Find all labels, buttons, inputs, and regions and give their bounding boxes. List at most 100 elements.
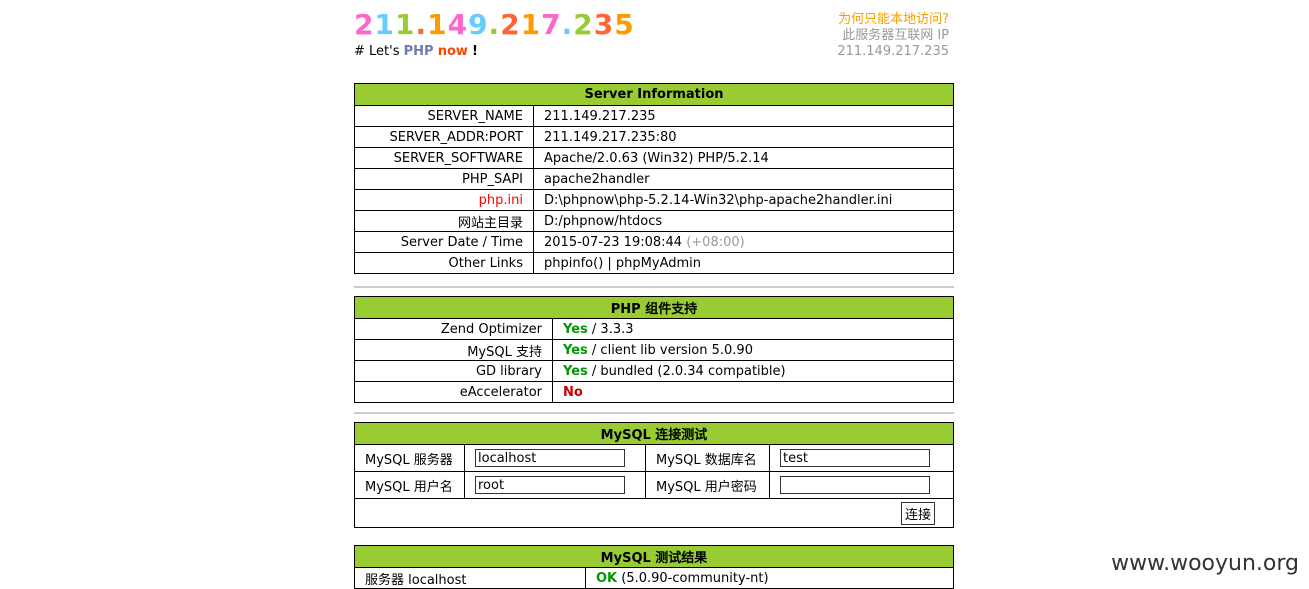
server-info-value: D:\phpnow\php-5.2.14-Win32\php-apache2ha… — [533, 189, 954, 211]
mysql-connect-cell: 连接 — [354, 498, 954, 528]
divider — [354, 412, 954, 414]
server-info-row: SERVER_ADDR:PORT 211.149.217.235:80 — [354, 126, 954, 148]
support-status: Yes — [563, 363, 588, 379]
server-info-value: 211.149.217.235:80 — [533, 126, 954, 148]
mysql-user-cell — [464, 471, 646, 499]
php-component-value: No — [552, 381, 954, 403]
tagline-hash: # Let's — [354, 44, 400, 59]
ip-char: 5 — [614, 8, 635, 41]
server-info-key: 网站主目录 — [354, 210, 534, 232]
ip-char: 1 — [520, 8, 542, 41]
mysql-test-title: MySQL 连接测试 — [354, 422, 954, 445]
support-detail: / bundled (2.0.34 compatible) — [591, 363, 786, 379]
php-component-key: eAccelerator — [354, 381, 553, 403]
ip-char: 1 — [394, 8, 416, 41]
watermark: www.wooyun.org — [1111, 551, 1299, 576]
ip-char: . — [415, 8, 428, 41]
tagline-now: now — [437, 44, 468, 59]
ip-char: 9 — [468, 8, 489, 41]
php-component-key: GD library — [354, 360, 553, 382]
internet-ip-value: 211.149.217.235 — [837, 44, 949, 59]
ip-char: 7 — [541, 8, 562, 41]
server-info-key: SERVER_SOFTWARE — [354, 147, 534, 169]
server-info-value: 2015-07-23 19:08:44 (+08:00) — [533, 231, 954, 253]
mysql-pass-label: MySQL 用户密码 — [645, 471, 770, 499]
mysql-server-input[interactable] — [475, 449, 625, 467]
php-components-table: PHP 组件支持 Zend Optimizer Yes / 3.3.3 MySQL … — [354, 296, 954, 403]
server-info-key: Other Links — [354, 252, 534, 274]
server-info-value-text[interactable]: phpinfo() | phpMyAdmin — [544, 256, 701, 271]
mysql-db-cell — [769, 444, 954, 472]
server-info-value: D:/phpnow/htdocs — [533, 210, 954, 232]
php-component-row: GD library Yes / bundled (2.0.34 compatib… — [354, 360, 954, 382]
server-info-key: PHP_SAPI — [354, 168, 534, 190]
tagline: # Let's PHP now ! — [354, 44, 478, 59]
support-detail: / 3.3.3 — [591, 321, 634, 337]
mysql-result-title: MySQL 测试结果 — [354, 545, 954, 568]
php-component-key: Zend Optimizer — [354, 318, 553, 340]
server-info-row: PHP_SAPI apache2handler — [354, 168, 954, 190]
php-component-value: Yes / client lib version 5.0.90 — [552, 339, 954, 361]
mysql-server-label: MySQL 服务器 — [354, 444, 465, 472]
ip-note: 为何只能本地访问? 此服务器互联网 IP 211.149.217.235 — [837, 12, 949, 60]
server-ip-title: 211.149.217.235 — [354, 8, 635, 41]
server-info-value-text: D:/phpnow/htdocs — [544, 213, 663, 229]
server-info-title: Server Information — [354, 83, 954, 106]
support-status: Yes — [563, 342, 588, 358]
php-component-row: MySQL 支持 Yes / client lib version 5.0.90 — [354, 339, 954, 361]
mysql-pass-cell — [769, 471, 954, 499]
mysql-test-table: MySQL 连接测试 MySQL 服务器 MySQL 数据库名 MySQL 用户… — [354, 422, 954, 528]
server-info-value: apache2handler — [533, 168, 954, 190]
tagline-php: PHP — [403, 44, 434, 59]
server-info-key: Server Date / Time — [354, 231, 534, 253]
php-component-row: Zend Optimizer Yes / 3.3.3 — [354, 318, 954, 340]
internet-ip-label: 此服务器互联网 IP — [842, 28, 949, 43]
divider — [354, 286, 954, 288]
php-component-key: MySQL 支持 — [354, 339, 553, 361]
ip-char: 1 — [374, 8, 395, 41]
ip-char: . — [488, 8, 501, 41]
php-component-value: Yes / bundled (2.0.34 compatible) — [552, 360, 954, 382]
support-status: Yes — [563, 321, 588, 337]
why-local-link[interactable]: 为何只能本地访问? — [837, 12, 949, 28]
mysql-result-status: OK (5.0.90-community-nt) — [585, 567, 954, 589]
server-info-table: Server Information SERVER_NAME 211.149.21… — [354, 83, 954, 274]
ip-char: . — [561, 8, 574, 41]
server-info-value: 211.149.217.235 — [533, 105, 954, 127]
mysql-user-input[interactable] — [475, 476, 625, 494]
server-info-row: SERVER_NAME 211.149.217.235 — [354, 105, 954, 127]
server-info-row: Other Links phpinfo() | phpMyAdmin — [354, 252, 954, 274]
connect-button[interactable]: 连接 — [900, 501, 935, 525]
server-info-row: SERVER_SOFTWARE Apache/2.0.63 (Win32) PHP… — [354, 147, 954, 169]
mysql-db-input[interactable] — [780, 449, 930, 467]
server-info-key[interactable]: php.ini — [354, 189, 534, 211]
server-info-row: 网站主目录 D:/phpnow/htdocs — [354, 210, 954, 232]
mysql-result-table: MySQL 测试结果 服务器 localhost OK (5.0.90-comm… — [354, 545, 954, 589]
mysql-server-cell — [464, 444, 646, 472]
server-info-value-text: 211.149.217.235 — [544, 108, 656, 124]
ip-char: 2 — [573, 8, 594, 41]
ip-char: 2 — [500, 8, 521, 41]
php-component-value: Yes / 3.3.3 — [552, 318, 954, 340]
server-info-key: SERVER_ADDR:PORT — [354, 126, 534, 148]
server-info-value-text: 211.149.217.235:80 — [544, 129, 677, 145]
support-detail: / client lib version 5.0.90 — [591, 342, 753, 358]
ip-char: 4 — [447, 8, 469, 41]
ip-char: 2 — [354, 8, 375, 41]
server-info-key: SERVER_NAME — [354, 105, 534, 127]
server-info-value-text: Apache/2.0.63 (Win32) PHP/5.2.14 — [544, 150, 769, 166]
support-status: No — [563, 384, 583, 400]
server-info-value: Apache/2.0.63 (Win32) PHP/5.2.14 — [533, 147, 954, 169]
ok-badge: OK — [596, 570, 618, 586]
mysql-result-server: 服务器 localhost — [354, 567, 586, 589]
server-info-value-text: 2015-07-23 19:08:44 — [544, 234, 683, 250]
timezone-offset: (+08:00) — [686, 234, 745, 250]
tagline-bang: ! — [472, 44, 478, 59]
server-info-value-text: apache2handler — [544, 171, 650, 187]
ip-char: 1 — [427, 8, 448, 41]
php-component-row: eAccelerator No — [354, 381, 954, 403]
mysql-version: (5.0.90-community-nt) — [621, 570, 769, 586]
mysql-pass-input[interactable] — [780, 476, 930, 494]
ip-char: 3 — [593, 8, 615, 41]
mysql-user-label: MySQL 用户名 — [354, 471, 465, 499]
